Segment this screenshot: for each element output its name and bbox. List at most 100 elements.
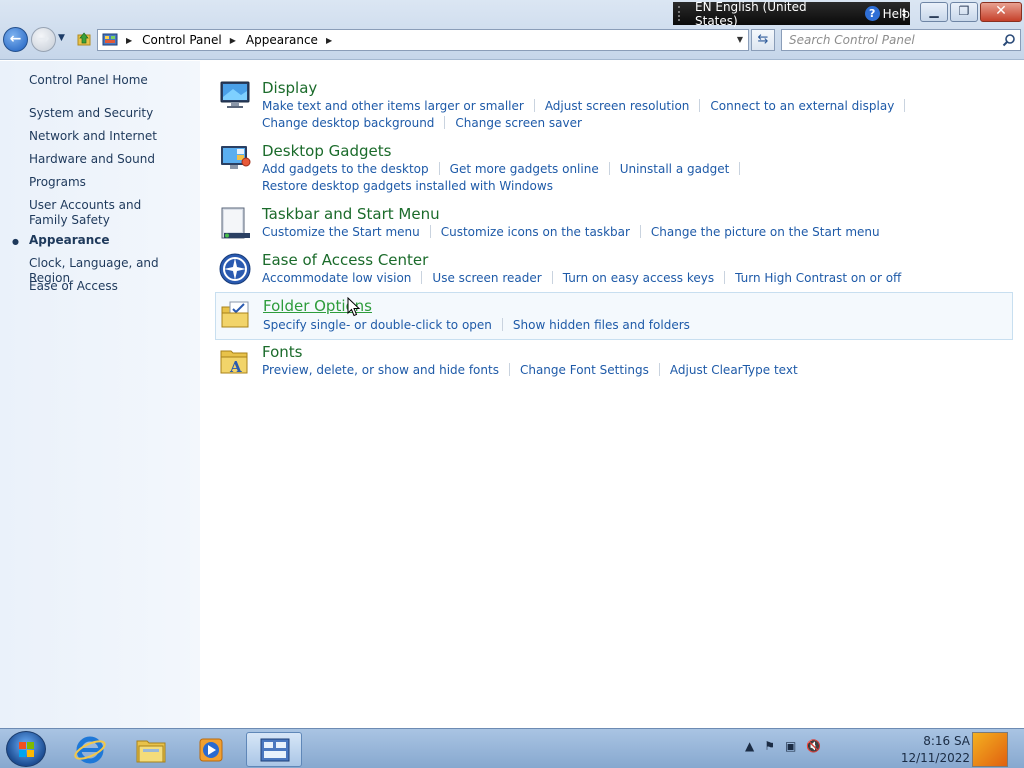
link-add-gadgets[interactable]: Add gadgets to the desktop [262,161,429,178]
breadcrumb-appearance[interactable]: Appearance [246,33,318,47]
link-easy-access-keys[interactable]: Turn on easy access keys [563,270,714,287]
category-ease-of-access-center: Ease of Access Center Accommodate low vi… [215,247,1013,291]
breadcrumb-chevron-icon[interactable]: ▶ [126,36,132,45]
fonts-icon[interactable]: A [219,345,251,377]
sidebar-item-ease-of-access[interactable]: Ease of Access [29,279,194,294]
active-item-bullet-icon: ● [12,237,19,246]
clock-date: 12/11/2022 [900,751,970,765]
link-get-more-gadgets[interactable]: Get more gadgets online [450,161,599,178]
link-separator [421,271,423,284]
search-input[interactable] [782,30,992,50]
link-separator [699,99,701,112]
volume-muted-icon[interactable]: 🔇 [806,739,821,753]
language-bar-grip[interactable] [678,6,682,21]
up-folder-icon[interactable] [76,31,92,47]
breadcrumb-chevron-icon[interactable]: ▶ [326,36,332,45]
link-customize-taskbar-icons[interactable]: Customize icons on the taskbar [441,224,630,241]
link-restore-gadgets[interactable]: Restore desktop gadgets installed with W… [262,178,553,195]
start-button[interactable] [6,731,46,767]
link-single-double-click[interactable]: Specify single- or double-click to open [263,317,492,334]
link-adjust-resolution[interactable]: Adjust screen resolution [545,98,690,115]
windows-explorer-icon [136,740,166,763]
category-title-display[interactable]: Display [262,79,317,97]
back-button[interactable]: ← [3,27,28,52]
link-change-start-menu-picture[interactable]: Change the picture on the Start menu [651,224,880,241]
category-title-ease-of-access-center[interactable]: Ease of Access Center [262,251,428,269]
taskbar-control-panel[interactable] [246,732,302,767]
breadcrumb-chevron-icon[interactable]: ▶ [230,36,236,45]
sidebar-item-network-and-internet[interactable]: Network and Internet [29,129,194,144]
help-icon[interactable]: ? [864,6,880,21]
taskbar-icon[interactable] [219,207,251,239]
sidebar-item-hardware-and-sound[interactable]: Hardware and Sound [29,152,194,167]
link-separator [533,99,535,112]
mouse-cursor-icon [347,297,361,317]
link-high-contrast[interactable]: Turn High Contrast on or off [735,270,901,287]
sidebar-item-appearance[interactable]: Appearance [29,233,194,248]
network-icon[interactable]: ▣ [785,739,796,753]
link-make-text-larger[interactable]: Make text and other items larger or smal… [262,98,524,115]
link-separator [444,116,446,129]
sidebar-item-system-and-security[interactable]: System and Security [29,106,194,121]
recent-pages-dropdown-icon[interactable]: ▼ [58,33,65,43]
category-title-fonts[interactable]: Fonts [262,343,302,361]
link-separator [608,162,610,175]
link-customize-start-menu[interactable]: Customize the Start menu [262,224,420,241]
link-uninstall-gadget[interactable]: Uninstall a gadget [620,161,730,178]
sidebar-item-programs[interactable]: Programs [29,175,194,190]
window-controls: ▁ ❐ ✕ [918,2,1022,22]
sidebar-item-user-accounts[interactable]: User Accounts and Family Safety [29,198,179,228]
link-separator [501,318,503,331]
taskbar-windows-explorer[interactable] [123,732,179,767]
title-bar: EN English (United States) ? Help ▴ ▾ ▁ ❐… [0,0,1024,60]
link-use-screen-reader[interactable]: Use screen reader [432,270,541,287]
language-bar[interactable]: EN English (United States) ? Help ▴ ▾ [673,0,910,28]
taskbar-links: Customize the Start menu Customize icons … [262,224,880,241]
link-separator [508,363,510,376]
language-bar-options-icon[interactable]: ▴ ▾ [902,6,906,20]
desktop-gadgets-links: Add gadgets to the desktop Get more gadge… [262,161,750,195]
ease-of-access-icon[interactable] [219,253,251,285]
link-show-hidden-files[interactable]: Show hidden files and folders [513,317,690,334]
address-history-dropdown-icon[interactable]: ▼ [737,35,743,44]
link-preview-delete-fonts[interactable]: Preview, delete, or show and hide fonts [262,362,499,379]
link-change-desktop-background[interactable]: Change desktop background [262,115,434,132]
minimize-button[interactable]: ▁ [920,2,948,22]
forward-button[interactable]: → [31,27,56,52]
link-separator [658,363,660,376]
address-bar[interactable]: ▶ Control Panel ▶ Appearance ▶ ▼ [97,29,749,51]
link-adjust-cleartype[interactable]: Adjust ClearType text [670,362,798,379]
refresh-button[interactable]: ⇆ [751,29,775,51]
category-title-desktop-gadgets[interactable]: Desktop Gadgets [262,142,391,160]
link-change-screen-saver[interactable]: Change screen saver [455,115,582,132]
gadgets-icon[interactable] [219,142,251,174]
show-desktop-button[interactable] [972,732,1008,767]
breadcrumb-control-panel[interactable]: Control Panel [142,33,222,47]
windows-logo-icon [19,742,34,757]
show-hidden-icons-icon[interactable]: ▲ [745,739,754,753]
control-panel-home-link[interactable]: Control Panel Home [29,73,194,88]
category-folder-options[interactable]: Folder Options Specify single- or double… [215,292,1013,340]
control-panel-icon [102,33,118,46]
category-title-taskbar-start-menu[interactable]: Taskbar and Start Menu [262,205,440,223]
link-separator [724,271,726,284]
search-icon[interactable] [1002,33,1016,47]
maximize-button[interactable]: ❐ [950,2,978,22]
folder-options-icon[interactable] [220,299,252,331]
media-player-icon [199,738,223,762]
clock-time: 8:16 SA [923,734,970,748]
folder-options-links: Specify single- or double-click to open S… [263,317,690,334]
taskbar-internet-explorer[interactable] [62,732,118,767]
language-indicator[interactable]: EN English (United States) [695,0,853,28]
taskbar-media-player[interactable] [184,732,240,767]
clock[interactable]: 8:16 SA 12/11/2022 [880,733,970,767]
link-connect-external-display[interactable]: Connect to an external display [710,98,894,115]
display-icon[interactable] [219,79,251,111]
control-panel-icon [260,738,290,762]
link-accommodate-low-vision[interactable]: Accommodate low vision [262,270,411,287]
link-change-font-settings[interactable]: Change Font Settings [520,362,649,379]
close-button[interactable]: ✕ [980,2,1022,22]
link-separator [904,99,906,112]
action-center-flag-icon[interactable]: ⚑ [764,739,775,753]
search-box[interactable] [781,29,1021,51]
